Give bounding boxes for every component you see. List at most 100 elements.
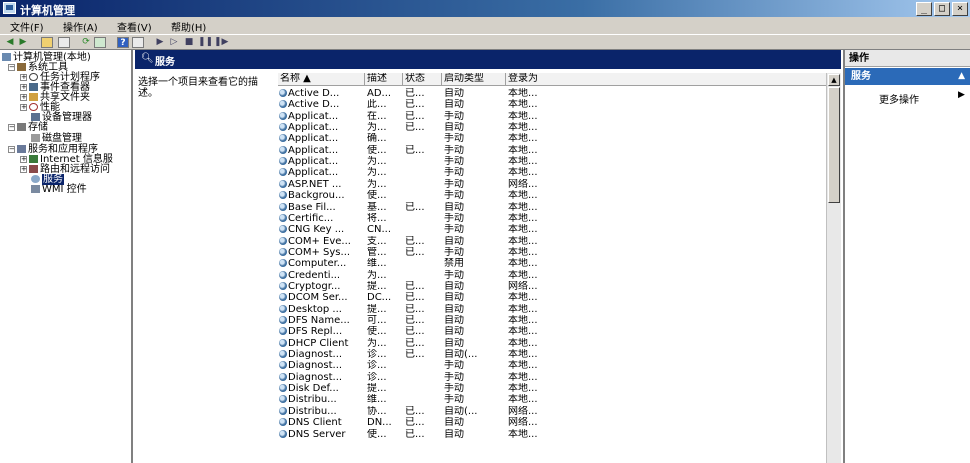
collapse-icon[interactable]: − [8,146,15,153]
table-row[interactable]: CNG Key ... CN... 手动 本地... [278,224,826,235]
table-row[interactable]: Applicat... 为... 已... 自动 本地... [278,122,826,133]
service-description-text: 提... [367,280,387,292]
table-row[interactable]: Distribu... 协... 已... 自动(... 网络... [278,406,826,417]
pause-icon[interactable]: ❚❚ [198,37,213,48]
table-row[interactable]: Applicat... 为... 手动 本地... [278,167,826,178]
table-row[interactable]: DFS Repl... 使... 已... 自动 本地... [278,326,826,337]
service-log-on-as: 本地... [508,292,588,303]
expand-icon[interactable]: + [20,166,27,173]
up-folder-icon[interactable] [41,37,53,48]
table-row[interactable]: Disk Def... 提... 手动 本地... [278,383,826,394]
expand-icon[interactable]: + [20,156,27,163]
table-row[interactable]: Distribu... 维... 手动 本地... [278,394,826,405]
table-row[interactable]: Base Fil... 基... 已... 自动 本地... [278,202,826,213]
tree-item-disk-management[interactable]: 磁盘管理 [31,134,82,144]
export-icon[interactable] [94,37,106,48]
tree-item-routing-remote-access[interactable]: + 路由和远程访问 [20,165,110,175]
back-icon[interactable]: ◀ [4,37,16,48]
table-row[interactable]: Applicat... 确... 手动 本地... [278,133,826,144]
service-name-text: Applicat... [288,144,339,156]
actions-title: 操作 [845,50,970,67]
table-row[interactable]: COM+ Eve... 支... 已... 自动 本地... [278,236,826,247]
service-description: 诊... [367,349,405,360]
column-header-status[interactable]: 状态 [403,73,442,86]
table-row[interactable]: Applicat... 在... 已... 手动 本地... [278,111,826,122]
table-row[interactable]: Diagnost... 诊... 手动 本地... [278,360,826,371]
expand-icon[interactable]: + [20,74,27,81]
column-header-log-on-as[interactable]: 登录为 [506,73,826,86]
service-description: 为... [367,167,405,178]
show-hide-tree-icon[interactable] [58,37,70,48]
table-row[interactable]: Applicat... 为... 手动 本地... [278,156,826,167]
scrollbar-thumb[interactable] [828,87,840,203]
service-name-text: COM+ Sys... [288,246,351,258]
table-row[interactable]: Computer... 维... 禁用 本地... [278,258,826,269]
table-row[interactable]: DCOM Ser... DC... 已... 自动 本地... [278,292,826,303]
tree-item-wmi-control[interactable]: WMI 控件 [31,185,87,195]
properties-icon[interactable] [132,37,144,48]
table-row[interactable]: DHCP Client 为... 已... 自动 本地... [278,338,826,349]
column-header-description[interactable]: 描述 [365,73,403,86]
table-row[interactable]: Active D... 此... 已... 自动 本地... [278,99,826,110]
table-row[interactable]: Diagnost... 诊... 手动 本地... [278,372,826,383]
table-row[interactable]: Active D... AD... 已... 自动 本地... [278,88,826,99]
window-title: 计算机管理 [20,4,75,17]
table-row[interactable]: COM+ Sys... 管... 已... 手动 本地... [278,247,826,258]
table-row[interactable]: DNS Server 使... 已... 自动 本地... [278,429,826,440]
service-name: Diagnost... [279,372,366,383]
expand-icon[interactable]: + [20,84,27,91]
table-row[interactable]: DFS Name... 可... 已... 自动 本地... [278,315,826,326]
expand-icon[interactable]: + [20,104,27,111]
service-description: 为... [367,156,405,167]
submenu-arrow-icon[interactable]: ▶ [958,90,965,100]
service-startup-type: 自动 [444,88,508,99]
play-alt-icon[interactable]: ▷ [168,37,180,48]
table-row[interactable]: Credenti... 为... 手动 本地... [278,270,826,281]
menu-action[interactable]: 操作(A) [63,19,98,34]
actions-section-services[interactable]: 服务 ▲ [845,68,970,85]
scroll-up-icon[interactable]: ▲ [828,74,840,86]
service-status: 已... [405,417,444,428]
table-row[interactable]: Backgrou... 使... 手动 本地... [278,190,826,201]
service-name: DHCP Client [279,338,366,349]
restart-icon[interactable]: ❚▶ [214,37,228,48]
menu-help[interactable]: 帮助(H) [171,19,206,34]
maximize-button[interactable]: □ [934,2,950,16]
expand-icon[interactable]: + [20,94,27,101]
table-row[interactable]: Diagnost... 诊... 已... 自动(... 本地... [278,349,826,360]
vertical-scrollbar[interactable]: ▲ [826,73,841,463]
service-description-text: 基... [367,201,387,213]
refresh-icon[interactable]: ⟳ [80,37,92,48]
forward-icon[interactable]: ▶ [17,37,29,48]
service-startup-type-text: 自动 [444,280,464,292]
table-row[interactable]: ASP.NET ... 为... 手动 网络... [278,179,826,190]
close-button[interactable]: × [952,2,968,16]
menu-file[interactable]: 文件(F) [10,19,44,34]
collapse-caret-icon[interactable]: ▲ [958,68,965,85]
collapse-icon[interactable]: − [8,124,15,131]
tree-item-storage[interactable]: − 存储 [8,123,48,133]
menu-view[interactable]: 查看(V) [117,19,152,34]
table-row[interactable]: Desktop ... 提... 已... 自动 本地... [278,304,826,315]
table-row[interactable]: DNS Client DN... 已... 自动 网络... [278,417,826,428]
service-log-on-as: 本地... [508,99,588,110]
table-row[interactable]: Applicat... 使... 已... 手动 本地... [278,145,826,156]
help-icon[interactable]: ? [117,37,129,48]
service-description: 诊... [367,372,405,383]
more-actions-item[interactable]: 更多操作 [879,91,919,106]
play-icon[interactable]: ▶ [154,37,166,48]
tools-icon [17,63,26,71]
stop-icon[interactable]: ■ [183,37,195,48]
service-startup-type-text: 自动 [444,122,464,134]
service-startup-type-text: 手动 [444,133,464,145]
service-name: Applicat... [279,145,366,156]
service-name: Cryptogr... [279,281,366,292]
collapse-icon[interactable]: − [8,64,15,71]
column-header-startup-type[interactable]: 启动类型 [442,73,506,86]
column-header-name[interactable]: 名称 ▲ [278,73,365,86]
service-log-on-as: 本地... [508,304,588,315]
minimize-button[interactable]: _ [916,2,932,16]
table-row[interactable]: Certific... 将... 手动 本地... [278,213,826,224]
table-row[interactable]: Cryptogr... 提... 已... 自动 网络... [278,281,826,292]
service-log-on-as-text: 网络... [508,405,538,417]
